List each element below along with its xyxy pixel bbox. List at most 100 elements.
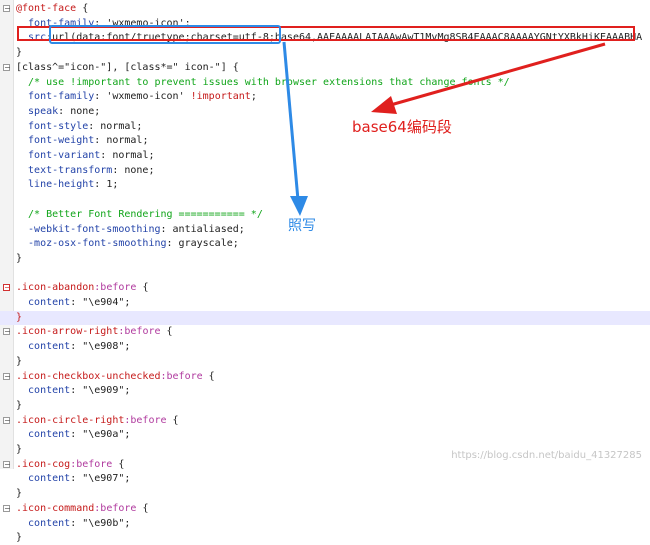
code-line[interactable] <box>0 267 650 281</box>
code-token: text-transform <box>16 164 113 176</box>
code-token: [class^="icon-"], [class*=" icon-"] { <box>16 61 239 73</box>
fold-toggle-icon[interactable]: − <box>3 504 11 512</box>
code-token: : 1; <box>94 179 119 191</box>
code-token: { <box>166 414 179 426</box>
fold-toggle-icon[interactable]: − <box>3 5 11 13</box>
code-line[interactable]: } <box>0 252 650 266</box>
code-line[interactable]: content: "\e908"; <box>0 340 650 354</box>
fold-toggle-icon[interactable]: − <box>3 460 11 468</box>
code-text: .icon-checkbox-unchecked:before { <box>16 370 215 384</box>
code-text: font-style: normal; <box>16 120 142 134</box>
code-token: -webkit-font-smoothing <box>16 223 161 235</box>
code-editor[interactable]: − @font-face { font-family: 'wxmemo-icon'… <box>0 0 650 543</box>
code-token: : "\e908"; <box>70 341 131 353</box>
code-line[interactable]: − .icon-circle-right:before { <box>0 414 650 428</box>
code-line[interactable]: -webkit-font-smoothing: antialiased; <box>0 223 650 237</box>
code-text: -moz-osx-font-smoothing: grayscale; <box>16 237 239 251</box>
code-token: : 'wxmemo-icon' <box>94 91 191 103</box>
code-token: .icon-circle-right <box>16 414 125 426</box>
copy-highlight-box <box>49 25 281 44</box>
fold-toggle-icon[interactable]: − <box>3 416 11 424</box>
code-line[interactable]: content: "\e904"; <box>0 296 650 310</box>
fold-toggle-icon[interactable]: − <box>3 284 11 292</box>
code-token: /* Better Font Rendering =========== */ <box>16 208 263 220</box>
code-token: :before <box>124 414 167 426</box>
code-line[interactable]: content: "\e907"; <box>0 472 650 486</box>
code-token: .icon-cog <box>16 458 71 470</box>
code-text: content: "\e907"; <box>16 472 130 486</box>
code-token: : normal; <box>100 150 155 161</box>
fold-toggle-icon[interactable]: − <box>3 63 11 71</box>
fold-toggle-icon[interactable]: − <box>3 372 11 380</box>
code-token: } <box>16 355 23 367</box>
code-token: : grayscale; <box>166 238 239 250</box>
code-line[interactable]: − .icon-abandon:before { <box>0 281 650 295</box>
code-token: : "\e90a"; <box>70 429 131 441</box>
code-token: .icon-abandon <box>16 282 95 294</box>
code-text: [class^="icon-"], [class*=" icon-"] { <box>16 61 239 75</box>
code-text: } <box>16 443 22 457</box>
code-token: { <box>136 282 149 294</box>
copy-annotation-label: 照写 <box>288 218 316 234</box>
code-text: content: "\e908"; <box>16 340 130 354</box>
code-token: { <box>112 458 125 470</box>
code-text: .icon-command:before { <box>16 502 148 516</box>
code-text: .icon-arrow-right:before { <box>16 325 173 339</box>
code-text: font-weight: normal; <box>16 134 148 148</box>
code-text: line-height: 1; <box>16 178 118 192</box>
red-arrow-icon <box>371 42 606 114</box>
code-text: } <box>16 531 22 545</box>
watermark-text: https://blog.csdn.net/baidu_41327285 <box>451 450 642 461</box>
code-line[interactable]: − .icon-command:before { <box>0 502 650 516</box>
code-token: .icon-command <box>16 502 95 514</box>
code-text: speak: none; <box>16 105 100 119</box>
code-token: } <box>16 488 23 500</box>
code-token: :before <box>94 282 137 294</box>
code-token: -moz-osx-font-smoothing <box>16 238 167 250</box>
code-line[interactable]: } <box>0 355 650 369</box>
code-token: : none; <box>112 164 155 176</box>
code-line[interactable]: content: "\e90a"; <box>0 428 650 442</box>
code-token: : "\e907"; <box>70 473 131 485</box>
code-line[interactable]: content: "\e90b"; <box>0 517 650 531</box>
code-token: !important <box>190 91 251 103</box>
code-token: { <box>202 370 215 382</box>
code-token: .icon-checkbox-unchecked <box>16 370 161 382</box>
code-token: : antialiased; <box>160 223 245 235</box>
code-text: .icon-cog:before { <box>16 458 124 472</box>
code-line[interactable]: } <box>0 310 650 325</box>
code-token: content <box>16 429 71 441</box>
code-token: } <box>16 311 23 323</box>
code-token: font-weight <box>16 135 95 147</box>
code-text: @font-face { <box>16 2 88 16</box>
code-line[interactable]: } <box>0 399 650 413</box>
code-text: content: "\e909"; <box>16 384 130 398</box>
code-token: font-style <box>16 120 89 132</box>
code-text: content: "\e90b"; <box>16 517 130 531</box>
code-token: speak <box>16 105 59 117</box>
code-text: } <box>16 355 22 369</box>
code-line[interactable]: -moz-osx-font-smoothing: grayscale; <box>0 237 650 251</box>
code-token: line-height <box>16 179 95 191</box>
code-line[interactable]: content: "\e909"; <box>0 384 650 398</box>
code-text: } <box>16 46 22 60</box>
code-text: font-variant: normal; <box>16 149 154 163</box>
code-line[interactable]: } <box>0 487 650 501</box>
code-token: ; <box>250 91 257 103</box>
code-token: :before <box>94 502 137 514</box>
code-token: content <box>16 297 71 308</box>
code-text: } <box>16 487 22 501</box>
code-text: text-transform: none; <box>16 164 154 178</box>
code-token: font-family <box>16 91 95 103</box>
code-text: content: "\e90a"; <box>16 428 130 442</box>
code-line[interactable]: − .icon-arrow-right:before { <box>0 325 650 339</box>
fold-toggle-icon[interactable]: − <box>3 328 11 336</box>
code-line[interactable]: − @font-face { <box>0 2 650 16</box>
code-token: : "\e904"; <box>70 297 131 308</box>
code-token: } <box>16 444 23 455</box>
code-line[interactable]: } <box>0 531 650 545</box>
code-text: -webkit-font-smoothing: antialiased; <box>16 223 245 237</box>
code-line[interactable]: − .icon-checkbox-unchecked:before { <box>0 370 650 384</box>
code-token: : "\e90b"; <box>70 517 131 529</box>
code-text: font-family: 'wxmemo-icon' !important; <box>16 90 257 104</box>
